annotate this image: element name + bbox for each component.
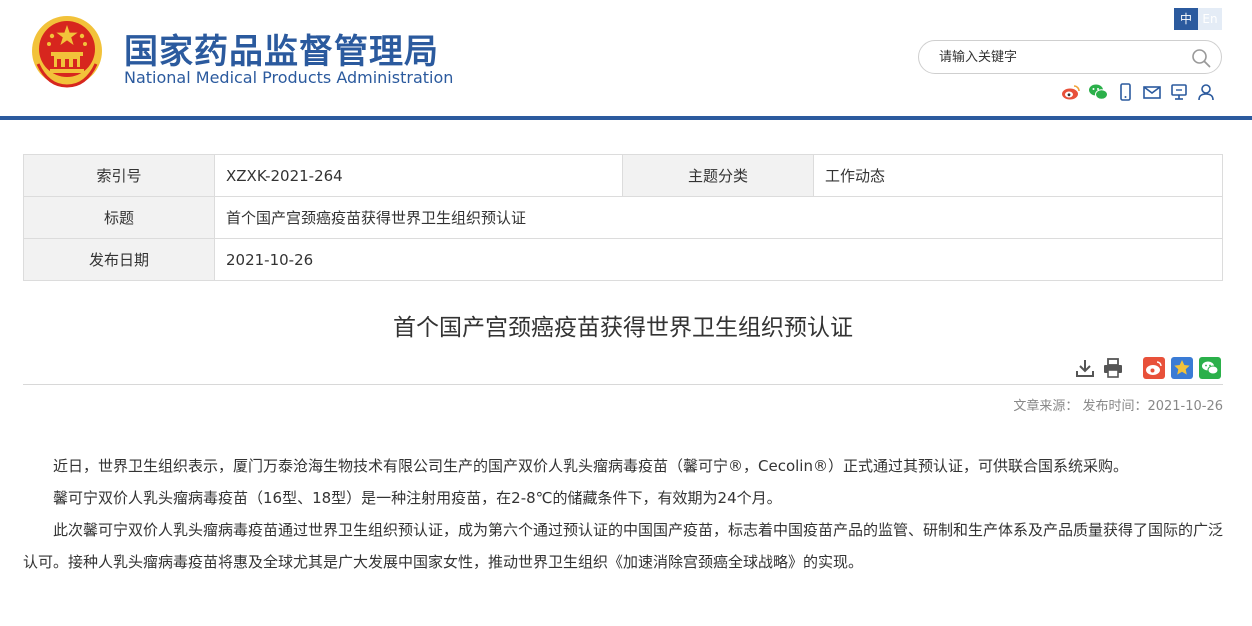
language-switch: 中 En <box>1174 8 1222 30</box>
table-row: 发布日期 2021-10-26 <box>23 238 1223 281</box>
category-value: 工作动态 <box>813 154 1223 197</box>
feedback-icon[interactable] <box>1169 82 1189 102</box>
table-row: 索引号 XZXK-2021-264 主题分类 工作动态 <box>23 154 1223 197</box>
search-input[interactable] <box>937 47 1177 67</box>
title-value: 首个国产宫颈癌疫苗获得世界卫生组织预认证 <box>214 196 1223 239</box>
index-label: 索引号 <box>23 154 215 197</box>
user-icon[interactable] <box>1196 82 1216 102</box>
article-paragraph: 近日，世界卫生组织表示，厦门万泰沧海生物技术有限公司生产的国产双价人乳头瘤病毒疫… <box>53 457 1128 475</box>
national-emblem-icon[interactable] <box>30 14 104 88</box>
table-row: 标题 首个国产宫颈癌疫苗获得世界卫生组织预认证 <box>23 196 1223 239</box>
site-title-en[interactable]: National Medical Products Administration <box>124 68 453 87</box>
mobile-icon[interactable] <box>1115 82 1135 102</box>
site-header: 国家药品监督管理局 National Medical Products Admi… <box>0 0 1252 120</box>
date-label: 发布日期 <box>23 238 215 281</box>
share-wechat-icon[interactable] <box>1199 357 1221 379</box>
article-body: 近日，世界卫生组织表示，厦门万泰沧海生物技术有限公司生产的国产双价人乳头瘤病毒疫… <box>23 450 1225 578</box>
site-title-cn[interactable]: 国家药品监督管理局 <box>124 24 439 73</box>
wechat-icon[interactable] <box>1088 82 1108 102</box>
article-paragraph: 馨可宁双价人乳头瘤病毒疫苗（16型、18型）是一种注射用疫苗，在2-8℃的储藏条… <box>53 489 782 507</box>
article-toolbar <box>23 353 1223 385</box>
lang-english-button[interactable]: En <box>1198 8 1222 30</box>
share-weibo-icon[interactable] <box>1143 357 1165 379</box>
weibo-icon[interactable] <box>1061 82 1081 102</box>
article-meta: 文章来源： 发布时间：2021-10-26 <box>1013 399 1223 414</box>
date-value: 2021-10-26 <box>214 238 1223 281</box>
download-icon[interactable] <box>1074 357 1096 379</box>
title-label: 标题 <box>23 196 215 239</box>
category-label: 主题分类 <box>622 154 814 197</box>
index-value: XZXK-2021-264 <box>214 154 623 197</box>
article-paragraph: 此次馨可宁双价人乳头瘤病毒疫苗通过世界卫生组织预认证，成为第六个通过预认证的中国… <box>23 521 1224 571</box>
header-share-row <box>1061 82 1216 102</box>
article-info-table: 索引号 XZXK-2021-264 主题分类 工作动态 标题 首个国产宫颈癌疫苗… <box>23 154 1223 281</box>
share-favorite-icon[interactable] <box>1171 357 1193 379</box>
mail-icon[interactable] <box>1142 82 1162 102</box>
search-icon[interactable] <box>1191 48 1211 68</box>
article-title: 首个国产宫颈癌疫苗获得世界卫生组织预认证 <box>393 315 853 341</box>
print-icon[interactable] <box>1102 357 1124 379</box>
lang-chinese-button[interactable]: 中 <box>1174 8 1198 30</box>
search-box <box>918 40 1222 74</box>
